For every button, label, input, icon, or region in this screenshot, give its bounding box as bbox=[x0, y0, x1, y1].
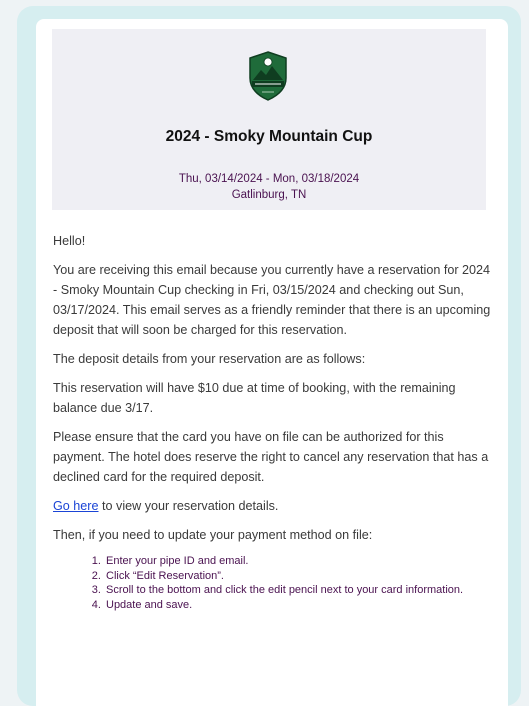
deposit-intro: The deposit details from your reservatio… bbox=[53, 352, 366, 366]
reservation-link-suffix: to view your reservation details. bbox=[98, 499, 279, 513]
reservation-link-line: Go here to view your reservation details… bbox=[53, 496, 493, 516]
step-3: Scroll to the bottom and click the edit … bbox=[104, 583, 493, 598]
update-steps-list: Enter your pipe ID and email. Click “Edi… bbox=[53, 554, 493, 612]
event-dates: Thu, 03/14/2024 - Mon, 03/18/2024 bbox=[178, 173, 360, 185]
email-card: 2024 - Smoky Mountain Cup Thu, 03/14/202… bbox=[36, 19, 508, 706]
deposit-details: This reservation will have $10 due at ti… bbox=[53, 381, 456, 415]
event-title: 2024 - Smoky Mountain Cup bbox=[165, 128, 373, 145]
update-payment-intro: Then, if you need to update your payment… bbox=[53, 528, 373, 542]
step-4: Update and save. bbox=[104, 598, 493, 613]
event-location: Gatlinburg, TN bbox=[231, 189, 307, 201]
step-1: Enter your pipe ID and email. bbox=[104, 554, 493, 569]
event-logo bbox=[249, 51, 287, 101]
reservation-notice: You are receiving this email because you… bbox=[53, 263, 491, 337]
card-authorization-notice: Please ensure that the card you have on … bbox=[53, 430, 489, 484]
greeting: Hello! bbox=[53, 234, 86, 248]
step-2: Click “Edit Reservation”. bbox=[104, 569, 493, 584]
event-header: 2024 - Smoky Mountain Cup Thu, 03/14/202… bbox=[52, 29, 486, 210]
email-body: Hello! You are receiving this email beca… bbox=[53, 231, 493, 612]
go-here-link[interactable]: Go here bbox=[53, 499, 99, 513]
